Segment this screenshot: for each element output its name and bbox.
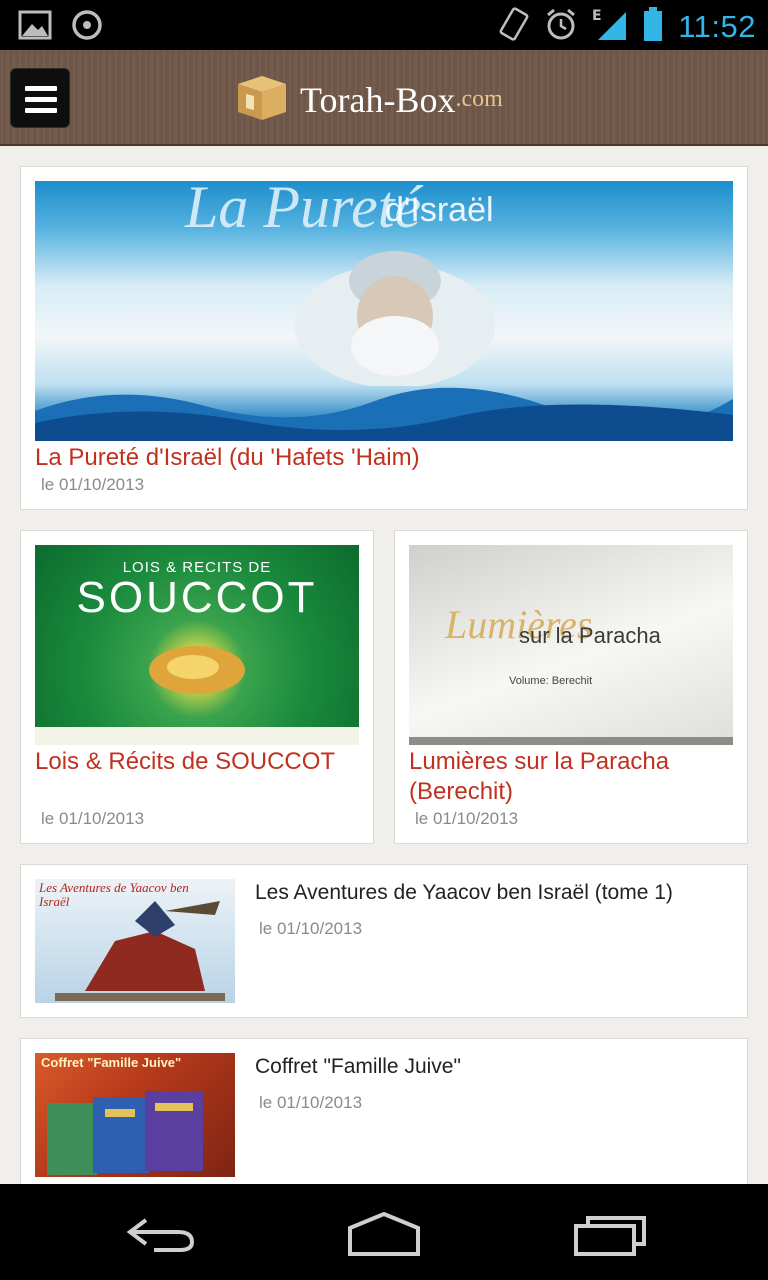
- horseman-illustration: [55, 901, 225, 1001]
- home-icon[interactable]: [346, 1211, 422, 1261]
- back-icon[interactable]: [124, 1214, 196, 1259]
- grid-article-image-souccot[interactable]: LOIS & RECITS DE SOUCCOT: [35, 545, 359, 745]
- souccot-image-footer: [35, 727, 359, 745]
- featured-article-title[interactable]: La Pureté d'Israël (du 'Hafets 'Haim): [35, 443, 735, 473]
- book-set-illustration: [47, 1091, 203, 1175]
- list-article-image-aventures[interactable]: Les Aventures de Yaacov ben Israël: [35, 879, 235, 1003]
- app-header: Torah-Box .com: [0, 50, 768, 146]
- list-article-card-aventures[interactable]: Les Aventures de Yaacov ben Israël Les A…: [20, 864, 748, 1018]
- wave-decoration: [35, 387, 733, 441]
- featured-article-image[interactable]: La Pureté d'Israël: [35, 181, 733, 441]
- signal-icon: E: [592, 6, 628, 47]
- status-bar: E 11:52: [0, 0, 768, 50]
- grid-article-card-lumieres[interactable]: Lumières sur la Paracha Volume: Berechit…: [394, 530, 748, 844]
- lumieres-image-line3: Volume: Berechit: [509, 675, 593, 687]
- featured-image-subtitle: d'Israël: [385, 191, 494, 229]
- list-article-title-coffret[interactable]: Coffret "Famille Juive": [255, 1053, 735, 1081]
- hamburger-menu-icon-line: [25, 97, 57, 102]
- image-icon: [18, 10, 52, 45]
- logo-text: Torah-Box: [300, 79, 456, 120]
- list-article-title-aventures[interactable]: Les Aventures de Yaacov ben Israël (tome…: [255, 879, 735, 907]
- list-article-card-coffret[interactable]: Coffret "Famille Juive" Coffret "Famille…: [20, 1038, 748, 1192]
- list-article-date-aventures: le 01/10/2013: [259, 919, 363, 938]
- lumieres-image-footer: [409, 737, 733, 745]
- hamburger-menu-icon: [25, 86, 57, 91]
- souccot-image-line2: SOUCCOT: [76, 573, 318, 622]
- system-nav-bar: [0, 1184, 768, 1280]
- site-logo[interactable]: Torah-Box .com: [236, 72, 503, 127]
- portrait-figure: [295, 251, 495, 386]
- sync-icon: [70, 8, 104, 47]
- alarm-icon: [544, 7, 578, 46]
- svg-text:E: E: [592, 8, 602, 24]
- battery-icon: [642, 6, 664, 47]
- vibrate-icon: [498, 6, 530, 47]
- grid-article-title-lumieres[interactable]: Lumières sur la Paracha (Berechit): [409, 747, 739, 807]
- lumieres-image-line2: sur la Paracha: [519, 623, 661, 648]
- logo-suffix: .com: [455, 86, 503, 112]
- coffret-image-text: Coffret "Famille Juive": [41, 1055, 182, 1070]
- grid-article-title-souccot[interactable]: Lois & Récits de SOUCCOT: [35, 747, 365, 777]
- list-article-image-coffret[interactable]: Coffret "Famille Juive": [35, 1053, 235, 1177]
- clock-time: 11:52: [678, 8, 756, 44]
- list-article-date-coffret: le 01/10/2013: [259, 1093, 363, 1112]
- grid-article-image-lumieres[interactable]: Lumières sur la Paracha Volume: Berechit: [409, 545, 733, 745]
- torah-box-logo-icon: [236, 72, 288, 127]
- featured-article-card[interactable]: La Pureté d'Israël La Pureté d'Israël (d…: [20, 166, 748, 510]
- grid-article-card-souccot[interactable]: LOIS & RECITS DE SOUCCOT Lois & Récits d…: [20, 530, 374, 844]
- etrog-graphic: [149, 646, 245, 694]
- hamburger-menu-icon-line: [25, 108, 57, 113]
- recent-apps-icon[interactable]: [574, 1216, 646, 1261]
- app-screen: E 11:52 Torah-Box .com La Pureté d'Israë…: [0, 0, 768, 1280]
- grid-article-date-lumieres: le 01/10/2013: [415, 809, 519, 828]
- grid-article-date-souccot: le 01/10/2013: [41, 809, 145, 828]
- hamburger-menu-button[interactable]: [10, 68, 70, 128]
- featured-article-date: le 01/10/2013: [41, 475, 145, 494]
